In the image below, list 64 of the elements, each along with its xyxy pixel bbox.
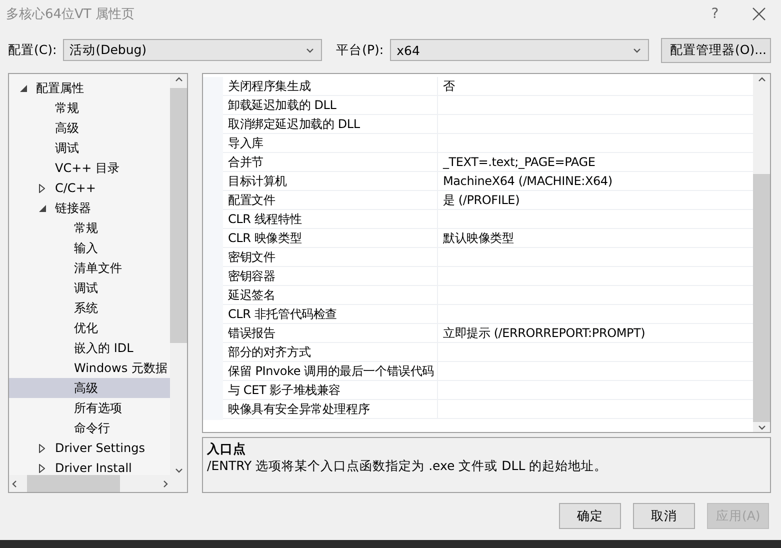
tree-item[interactable]: Windows 元数据	[9, 358, 170, 378]
tree-item[interactable]: VC++ 目录	[9, 158, 170, 178]
tree-item[interactable]: 调试	[9, 278, 170, 298]
expanded-triangle-icon[interactable]	[38, 204, 46, 212]
collapsed-triangle-icon[interactable]	[39, 444, 45, 452]
property-value[interactable]: 默认映像类型	[438, 229, 753, 248]
close-icon	[752, 7, 766, 21]
property-name[interactable]: 密钥文件	[223, 248, 438, 267]
property-name[interactable]: CLR 映像类型	[223, 229, 438, 248]
tree-item[interactable]: 优化	[9, 318, 170, 338]
horizontal-scrollbar[interactable]	[9, 475, 170, 492]
property-value[interactable]: MachineX64 (/MACHINE:X64)	[438, 172, 753, 191]
property-name[interactable]: 错误报告	[223, 324, 438, 343]
property-name[interactable]: 取消绑定延迟加载的 DLL	[223, 115, 438, 134]
property-name[interactable]: CLR 线程特性	[223, 210, 438, 229]
property-name[interactable]: 与 CET 影子堆栈兼容	[223, 381, 438, 400]
config-label: 配置(C):	[8, 42, 57, 58]
expanded-triangle-icon[interactable]	[20, 84, 26, 92]
property-name[interactable]: 卸载延迟加载的 DLL	[223, 96, 438, 115]
vertical-scrollbar[interactable]	[170, 74, 187, 475]
collapsed-triangle-icon[interactable]	[39, 184, 45, 192]
property-name[interactable]: 导入库	[223, 134, 438, 153]
tree-item[interactable]: 配置属性	[9, 78, 170, 98]
tree-item[interactable]: 高级	[9, 118, 170, 138]
tree-item[interactable]: 命令行	[9, 418, 170, 438]
description-title: 入口点	[207, 441, 247, 458]
tree-item[interactable]: C/C++	[9, 178, 170, 198]
collapsed-triangle-icon[interactable]	[39, 464, 45, 472]
property-name[interactable]: 密钥容器	[223, 267, 438, 286]
tree-item[interactable]: 常规	[9, 98, 170, 118]
tree-item[interactable]: 输入	[9, 238, 170, 258]
tree-item[interactable]: 链接器	[9, 198, 170, 218]
tree-item[interactable]: 系统	[9, 298, 170, 318]
help-button[interactable]: ?	[693, 0, 737, 28]
tree-item[interactable]: Driver Install	[9, 458, 170, 475]
platform-label: 平台(P):	[336, 42, 384, 58]
config-dropdown[interactable]: 活动(Debug)	[62, 39, 322, 61]
property-value[interactable]: 是 (/PROFILE)	[438, 191, 753, 210]
dialog-button[interactable]: 取消	[633, 503, 695, 529]
property-name[interactable]: 合并节	[223, 153, 438, 172]
dialog-button[interactable]: 确定	[559, 503, 621, 529]
tree-item[interactable]: 调试	[9, 138, 170, 158]
property-name[interactable]: 目标计算机	[223, 172, 438, 191]
tree-item[interactable]: 嵌入的 IDL	[9, 338, 170, 358]
property-name[interactable]: 部分的对齐方式	[223, 343, 438, 362]
property-name[interactable]: CLR 非托管代码检查	[223, 305, 438, 324]
platform-dropdown[interactable]: x64	[390, 39, 649, 61]
property-name[interactable]: 延迟签名	[223, 286, 438, 305]
config-manager-button[interactable]: 配置管理器(O)...	[661, 38, 771, 62]
tree-item[interactable]: 清单文件	[9, 258, 170, 278]
description-text: /ENTRY 选项将某个入口点函数指定为 .exe 文件或 DLL 的起始地址。	[207, 458, 608, 475]
tree-item[interactable]: 高级	[9, 378, 170, 398]
property-name[interactable]: 保留 PInvoke 调用的最后一个错误代码	[223, 362, 438, 381]
vertical-scrollbar[interactable]	[753, 74, 770, 432]
window-title: 多核心64位VT 属性页	[6, 6, 136, 23]
tree-item[interactable]: 所有选项	[9, 398, 170, 418]
property-value[interactable]: 否	[438, 77, 753, 96]
property-name[interactable]: 关闭程序集生成	[223, 77, 438, 96]
tree-item[interactable]: Driver Settings	[9, 438, 170, 458]
tree-item[interactable]: 常规	[9, 218, 170, 238]
property-value[interactable]: _TEXT=.text;_PAGE=PAGE	[438, 153, 753, 172]
property-value[interactable]: 立即提示 (/ERRORREPORT:PROMPT)	[438, 324, 753, 343]
property-name[interactable]: 映像具有安全异常处理程序	[223, 400, 438, 419]
property-name[interactable]: 配置文件	[223, 191, 438, 210]
